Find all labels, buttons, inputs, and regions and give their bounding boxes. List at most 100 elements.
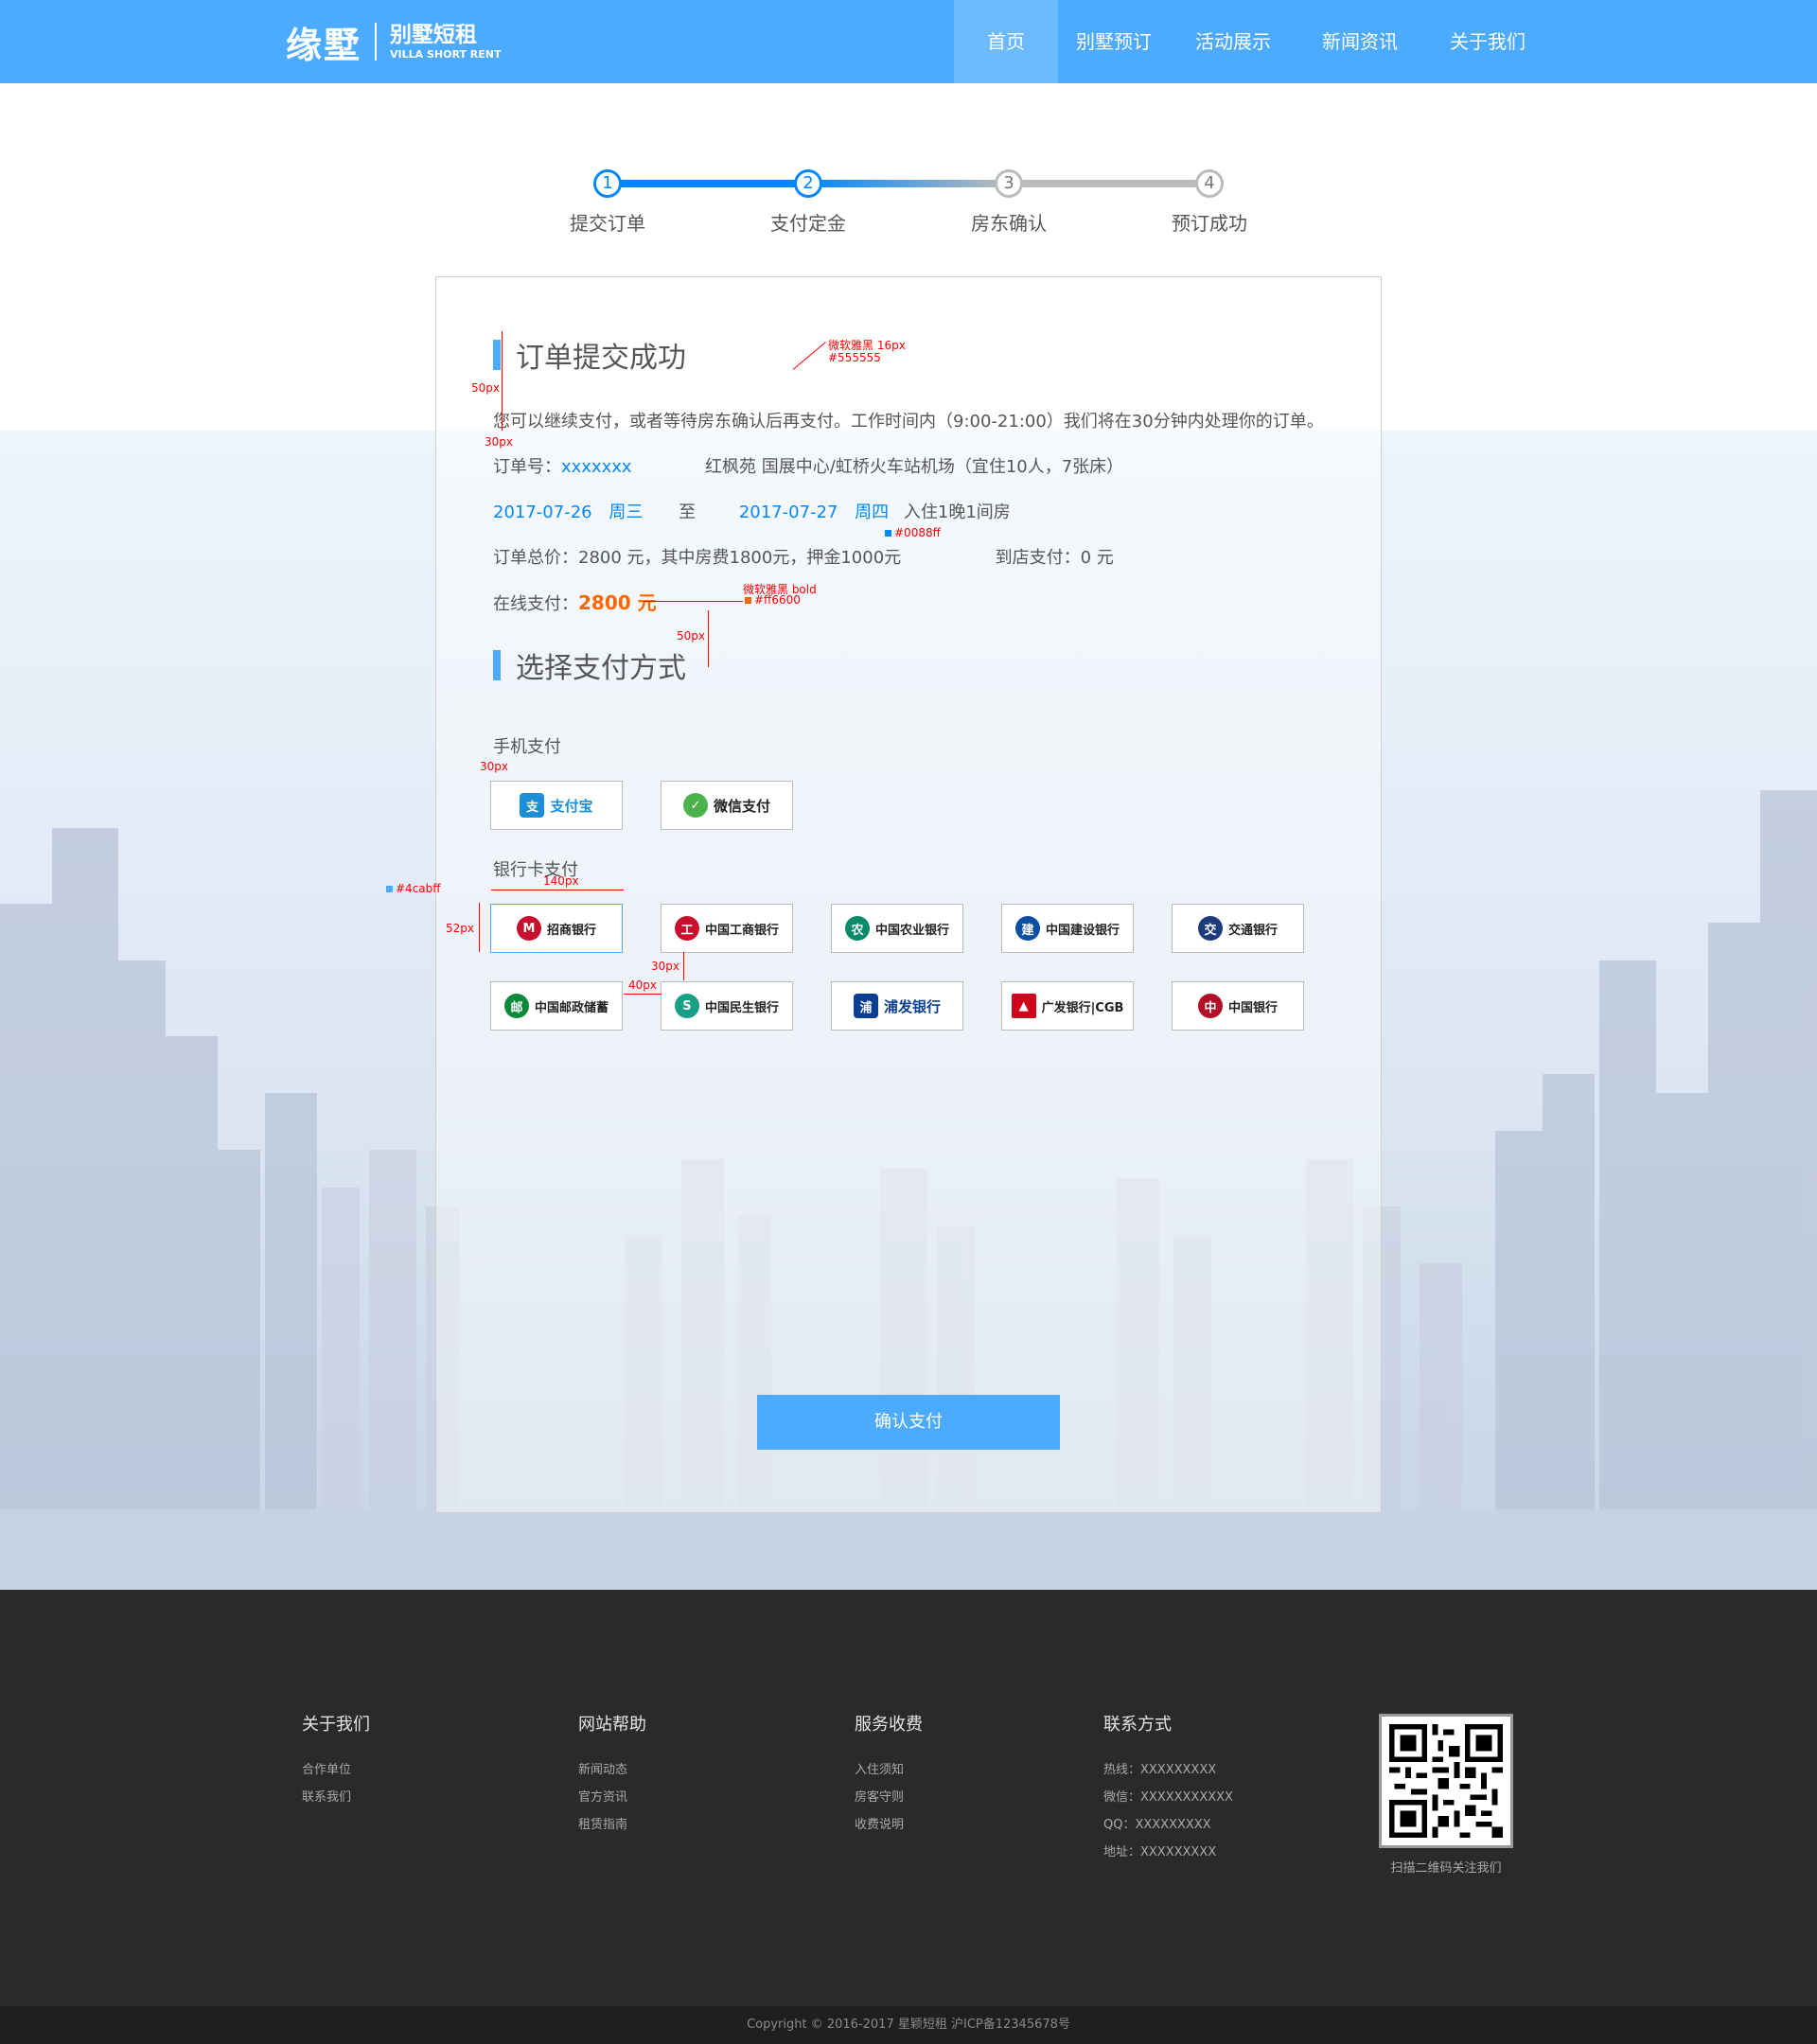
step-line-1 xyxy=(608,180,808,187)
spec-blue-color-label: #0088ff xyxy=(885,526,941,539)
bank-boc-button[interactable]: 中 中国银行 xyxy=(1172,981,1304,1031)
step-4-circle: 4 xyxy=(1195,169,1224,198)
order-progress-steps: 1 2 3 4 提交订单 支付定金 房东确认 预订成功 xyxy=(568,161,1268,246)
bank-boc-label: 中国银行 xyxy=(1227,1000,1278,1015)
bank-abc-button[interactable]: 农 中国农业银行 xyxy=(831,904,963,953)
nav-news[interactable]: 新闻资讯 xyxy=(1297,0,1423,83)
bank-ccb-button[interactable]: 建 中国建设银行 xyxy=(1001,904,1134,953)
order-number-value[interactable]: xxxxxxx xyxy=(561,457,632,477)
order-number-row: 订单号：xxxxxxx 红枫苑 国展中心/虹桥火车站机场（宜住10人，7张床） xyxy=(493,453,1123,478)
bank-icbc-button[interactable]: 工 中国工商银行 xyxy=(661,904,793,953)
alipay-icon: 支 xyxy=(520,793,545,818)
bank-bocom-button[interactable]: 交 交通银行 xyxy=(1172,904,1304,953)
stay-dates-row: 2017-07-26 周三 至 2017-07-27 周四 入住1晚1间房 xyxy=(493,499,1011,523)
abc-icon: 农 xyxy=(844,916,870,941)
nav-home[interactable]: 首页 xyxy=(954,0,1058,83)
order-success-title: 订单提交成功 xyxy=(516,342,686,375)
site-logo[interactable]: 缘墅 别墅短租 VILLA SHORT RENT xyxy=(286,17,501,66)
step-2-label: 支付定金 xyxy=(770,212,846,235)
bank-spdb-button[interactable]: 浦 浦发银行 xyxy=(831,981,963,1031)
nav-villa-booking[interactable]: 别墅预订 xyxy=(1058,0,1170,83)
wechat-pay-label: 微信支付 xyxy=(713,797,770,815)
step-line-2 xyxy=(808,180,1009,187)
checkout-date: 2017-07-27 xyxy=(738,502,838,522)
stay-summary: 入住1晚1间房 xyxy=(903,502,1011,522)
footer-link-guide[interactable]: 租赁指南 xyxy=(578,1811,646,1839)
order-notice: 您可以继续支付，或者等待房东确认后再支付。工作时间内（9:00-21:00）我们… xyxy=(493,412,1324,432)
nav-activities[interactable]: 活动展示 xyxy=(1170,0,1297,83)
bank-cmbc-button[interactable]: S 中国民生银行 xyxy=(661,981,793,1031)
wechat-pay-button[interactable]: ✓ 微信支付 xyxy=(661,781,793,830)
bank-cmb-label: 招商银行 xyxy=(546,923,596,938)
spec-col-gap-line xyxy=(624,994,662,995)
spdb-icon: 浦 xyxy=(853,994,878,1018)
spec-row-gap-line xyxy=(683,952,684,980)
footer-col-service: 服务收费 入住须知 房客守则 收费说明 xyxy=(855,1711,923,1839)
bank-cgb-label: 广发银行|CGB xyxy=(1041,1000,1124,1015)
spec-gap-30px-2: 30px xyxy=(480,760,508,773)
order-success-heading: 订单提交成功 xyxy=(493,334,686,376)
spec-orange-color-value: #ff6600 xyxy=(754,593,801,607)
cgb-icon: ▲ xyxy=(1011,994,1036,1018)
qr-caption: 扫描二维码关注我们 xyxy=(1390,1861,1502,1876)
spec-pointer-line-2 xyxy=(644,601,743,602)
spec-gap-50px: 50px xyxy=(471,381,500,395)
alipay-button[interactable]: 支 支付宝 xyxy=(490,781,623,830)
footer-qq: QQ：XXXXXXXXX xyxy=(1103,1818,1211,1832)
spec-border-color-value: #4cabff xyxy=(396,882,441,895)
cmbc-icon: S xyxy=(674,994,699,1018)
footer-link-checkin[interactable]: 入住须知 xyxy=(855,1756,923,1784)
site-footer: 关于我们 合作单位 联系我们 网站帮助 新闻动态 官方资讯 租赁指南 服务收费 … xyxy=(0,1590,1817,2006)
footer-link-official[interactable]: 官方资讯 xyxy=(578,1784,646,1811)
payment-method-title: 选择支付方式 xyxy=(516,652,686,685)
icbc-icon: 工 xyxy=(674,916,699,941)
logo-sub-en: VILLA SHORT RENT xyxy=(390,48,502,61)
nav-about[interactable]: 关于我们 xyxy=(1423,0,1552,83)
heading-accent-bar xyxy=(493,650,501,680)
online-payment-amount: 2800 元 xyxy=(578,591,657,614)
spec-line-vertical-2 xyxy=(708,610,709,667)
footer-col-contact: 联系方式 热线：XXXXXXXXX 微信：XXXXXXXXXXX QQ：XXXX… xyxy=(1103,1711,1233,1866)
footer-link-news[interactable]: 新闻动态 xyxy=(578,1756,646,1784)
order-number-label: 订单号： xyxy=(493,457,561,477)
spec-row-gap-30px: 30px xyxy=(651,960,679,973)
ccb-icon: 建 xyxy=(1014,916,1040,941)
bocom-icon: 交 xyxy=(1197,916,1223,941)
spec-border-color-label: #4cabff xyxy=(386,882,441,895)
footer-title-help: 网站帮助 xyxy=(578,1715,646,1735)
copyright-bar: Copyright © 2016-2017 星颖短租 沪ICP备12345678… xyxy=(0,2006,1817,2044)
checkout-weekday: 周四 xyxy=(855,502,890,522)
footer-col-help: 网站帮助 新闻动态 官方资讯 租赁指南 xyxy=(578,1711,646,1839)
swatch-primary xyxy=(386,886,393,892)
logo-sub-cn: 别墅短租 xyxy=(390,23,478,47)
bank-cmb-button[interactable]: M 招商银行 xyxy=(490,904,623,953)
step-2-circle: 2 xyxy=(794,169,822,198)
bank-icbc-label: 中国工商银行 xyxy=(704,923,779,938)
spec-width-140px: 140px xyxy=(543,874,579,888)
spec-height-52px: 52px xyxy=(446,922,474,935)
bank-cgb-button[interactable]: ▲ 广发银行|CGB xyxy=(1001,981,1134,1031)
bank-psbc-label: 中国邮政储蓄 xyxy=(534,1000,609,1015)
boc-icon: 中 xyxy=(1197,994,1223,1018)
footer-hotline: 热线：XXXXXXXXX xyxy=(1103,1763,1217,1777)
price-row: 订单总价：2800 元，其中房费1800元，押金1000元 到店支付：0 元 xyxy=(493,544,1114,569)
bank-psbc-button[interactable]: 邮 中国邮政储蓄 xyxy=(490,981,623,1031)
online-payment-label: 在线支付： xyxy=(493,594,578,614)
step-3-circle: 3 xyxy=(995,169,1023,198)
footer-link-contact[interactable]: 联系我们 xyxy=(302,1784,370,1811)
footer-link-fees[interactable]: 收费说明 xyxy=(855,1811,923,1839)
footer-link-rules[interactable]: 房客守则 xyxy=(855,1784,923,1811)
logo-main-text: 缘墅 xyxy=(286,24,362,66)
footer-link-partners[interactable]: 合作单位 xyxy=(302,1756,370,1784)
swatch-orange xyxy=(745,597,751,604)
confirm-payment-button[interactable]: 确认支付 xyxy=(757,1395,1060,1450)
payment-method-heading: 选择支付方式 xyxy=(493,644,686,686)
date-to-label: 至 xyxy=(679,502,697,522)
order-card: 订单提交成功 您可以继续支付，或者等待房东确认后再支付。工作时间内（9:00-2… xyxy=(435,276,1382,1513)
spec-gap-50px-2: 50px xyxy=(677,629,705,643)
wechat-icon: ✓ xyxy=(682,793,708,818)
qr-code-graphic xyxy=(1389,1724,1503,1838)
footer-title-contact: 联系方式 xyxy=(1103,1715,1172,1735)
bank-spdb-label: 浦发银行 xyxy=(883,997,941,1015)
step-1-circle: 1 xyxy=(593,169,622,198)
